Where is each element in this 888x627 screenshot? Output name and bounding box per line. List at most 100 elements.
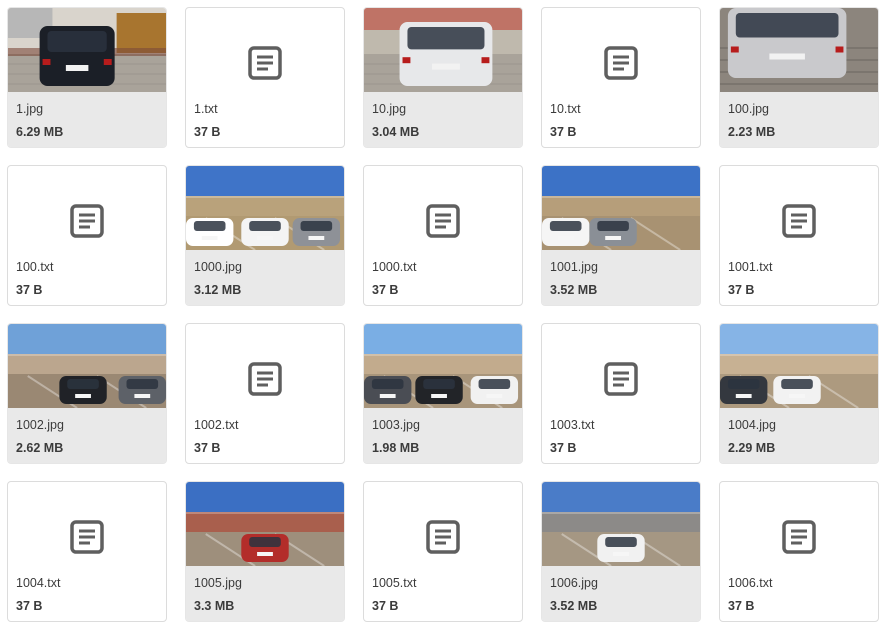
file-size: 3.52 MB bbox=[550, 599, 598, 613]
file-meta: 1005.jpg 3.3 MB bbox=[186, 566, 344, 621]
file-name: 1002.jpg bbox=[16, 418, 64, 432]
file-size: 2.29 MB bbox=[728, 441, 776, 455]
file-card[interactable]: 1000.jpg 3.12 MB bbox=[185, 165, 345, 306]
file-name: 100.jpg bbox=[728, 102, 770, 116]
image-thumbnail bbox=[364, 8, 522, 92]
file-card[interactable]: 1004.txt 37 B bbox=[7, 481, 167, 622]
file-name: 1005.txt bbox=[372, 576, 417, 590]
file-size: 3.12 MB bbox=[194, 283, 242, 297]
file-meta: 1005.txt 37 B bbox=[364, 566, 522, 621]
file-size: 3.3 MB bbox=[194, 599, 235, 613]
file-size: 37 B bbox=[16, 599, 43, 613]
file-size: 37 B bbox=[372, 283, 399, 297]
text-file-icon bbox=[425, 203, 461, 239]
file-meta: 1.txt 37 B bbox=[186, 92, 344, 147]
file-card[interactable]: 1001.jpg 3.52 MB bbox=[541, 165, 701, 306]
file-meta: 1002.txt 37 B bbox=[186, 408, 344, 463]
file-size: 3.52 MB bbox=[550, 283, 598, 297]
file-card[interactable]: 1000.txt 37 B bbox=[363, 165, 523, 306]
image-thumbnail bbox=[8, 324, 166, 408]
text-file-icon bbox=[781, 203, 817, 239]
file-size: 37 B bbox=[194, 125, 221, 139]
file-card[interactable]: 1.txt 37 B bbox=[185, 7, 345, 148]
image-thumbnail bbox=[186, 482, 344, 566]
file-name: 1006.jpg bbox=[550, 576, 598, 590]
file-card[interactable]: 1002.txt 37 B bbox=[185, 323, 345, 464]
file-name: 1000.txt bbox=[372, 260, 417, 274]
file-card[interactable]: 1001.txt 37 B bbox=[719, 165, 879, 306]
file-meta: 1004.jpg 2.29 MB bbox=[720, 408, 878, 463]
file-name: 1002.txt bbox=[194, 418, 239, 432]
file-meta: 1002.jpg 2.62 MB bbox=[8, 408, 166, 463]
file-name: 10.txt bbox=[550, 102, 581, 116]
file-name: 1000.jpg bbox=[194, 260, 242, 274]
file-name: 1001.txt bbox=[728, 260, 773, 274]
text-file-icon bbox=[247, 45, 283, 81]
text-file-icon bbox=[425, 519, 461, 555]
file-size: 3.04 MB bbox=[372, 125, 420, 139]
file-meta: 1001.txt 37 B bbox=[720, 250, 878, 305]
file-name: 1004.jpg bbox=[728, 418, 776, 432]
file-name: 1001.jpg bbox=[550, 260, 598, 274]
file-name: 10.jpg bbox=[372, 102, 407, 116]
file-size: 2.23 MB bbox=[728, 125, 776, 139]
file-card[interactable]: 100.jpg 2.23 MB bbox=[719, 7, 879, 148]
file-size: 37 B bbox=[16, 283, 43, 297]
file-meta: 1003.txt 37 B bbox=[542, 408, 700, 463]
text-file-icon bbox=[69, 519, 105, 555]
file-size: 37 B bbox=[550, 125, 577, 139]
text-file-icon bbox=[603, 361, 639, 397]
file-size: 37 B bbox=[728, 599, 755, 613]
file-card[interactable]: 1005.txt 37 B bbox=[363, 481, 523, 622]
file-size: 1.98 MB bbox=[372, 441, 420, 455]
file-card[interactable]: 1006.jpg 3.52 MB bbox=[541, 481, 701, 622]
file-meta: 1001.jpg 3.52 MB bbox=[542, 250, 700, 305]
text-file-icon bbox=[781, 519, 817, 555]
file-meta: 1003.jpg 1.98 MB bbox=[364, 408, 522, 463]
file-card[interactable]: 1003.jpg 1.98 MB bbox=[363, 323, 523, 464]
file-card[interactable]: 1004.jpg 2.29 MB bbox=[719, 323, 879, 464]
file-name: 1006.txt bbox=[728, 576, 773, 590]
file-name: 100.txt bbox=[16, 260, 54, 274]
file-card[interactable]: 1.jpg 6.29 MB bbox=[7, 7, 167, 148]
image-thumbnail bbox=[542, 166, 700, 250]
file-size: 37 B bbox=[550, 441, 577, 455]
file-name: 1004.txt bbox=[16, 576, 61, 590]
file-meta: 10.txt 37 B bbox=[542, 92, 700, 147]
file-meta: 10.jpg 3.04 MB bbox=[364, 92, 522, 147]
file-meta: 100.txt 37 B bbox=[8, 250, 166, 305]
file-card[interactable]: 1005.jpg 3.3 MB bbox=[185, 481, 345, 622]
file-card[interactable]: 100.txt 37 B bbox=[7, 165, 167, 306]
file-card[interactable]: 1002.jpg 2.62 MB bbox=[7, 323, 167, 464]
file-card[interactable]: 10.jpg 3.04 MB bbox=[363, 7, 523, 148]
file-size: 37 B bbox=[194, 441, 221, 455]
file-name: 1.jpg bbox=[16, 102, 44, 116]
file-card[interactable]: 1003.txt 37 B bbox=[541, 323, 701, 464]
file-meta: 1.jpg 6.29 MB bbox=[8, 92, 166, 147]
file-name: 1.txt bbox=[194, 102, 218, 116]
file-meta: 1006.jpg 3.52 MB bbox=[542, 566, 700, 621]
file-meta: 1000.jpg 3.12 MB bbox=[186, 250, 344, 305]
text-file-icon bbox=[69, 203, 105, 239]
file-name: 1003.txt bbox=[550, 418, 595, 432]
file-card[interactable]: 1006.txt 37 B bbox=[719, 481, 879, 622]
file-card[interactable]: 10.txt 37 B bbox=[541, 7, 701, 148]
file-meta: 1000.txt 37 B bbox=[364, 250, 522, 305]
file-meta: 1006.txt 37 B bbox=[720, 566, 878, 621]
text-file-icon bbox=[603, 45, 639, 81]
file-size: 2.62 MB bbox=[16, 441, 64, 455]
image-thumbnail bbox=[186, 166, 344, 250]
image-thumbnail bbox=[720, 8, 878, 92]
file-size: 37 B bbox=[728, 283, 755, 297]
file-grid: 1.jpg 6.29 MB 1.txt 37 B 10.jpg 3.04 MB 10.txt… bbox=[0, 0, 888, 627]
file-size: 37 B bbox=[372, 599, 399, 613]
file-meta: 100.jpg 2.23 MB bbox=[720, 92, 878, 147]
file-size: 6.29 MB bbox=[16, 125, 64, 139]
file-name: 1005.jpg bbox=[194, 576, 242, 590]
text-file-icon bbox=[247, 361, 283, 397]
image-thumbnail bbox=[364, 324, 522, 408]
image-thumbnail bbox=[542, 482, 700, 566]
file-name: 1003.jpg bbox=[372, 418, 420, 432]
file-meta: 1004.txt 37 B bbox=[8, 566, 166, 621]
image-thumbnail bbox=[8, 8, 166, 92]
